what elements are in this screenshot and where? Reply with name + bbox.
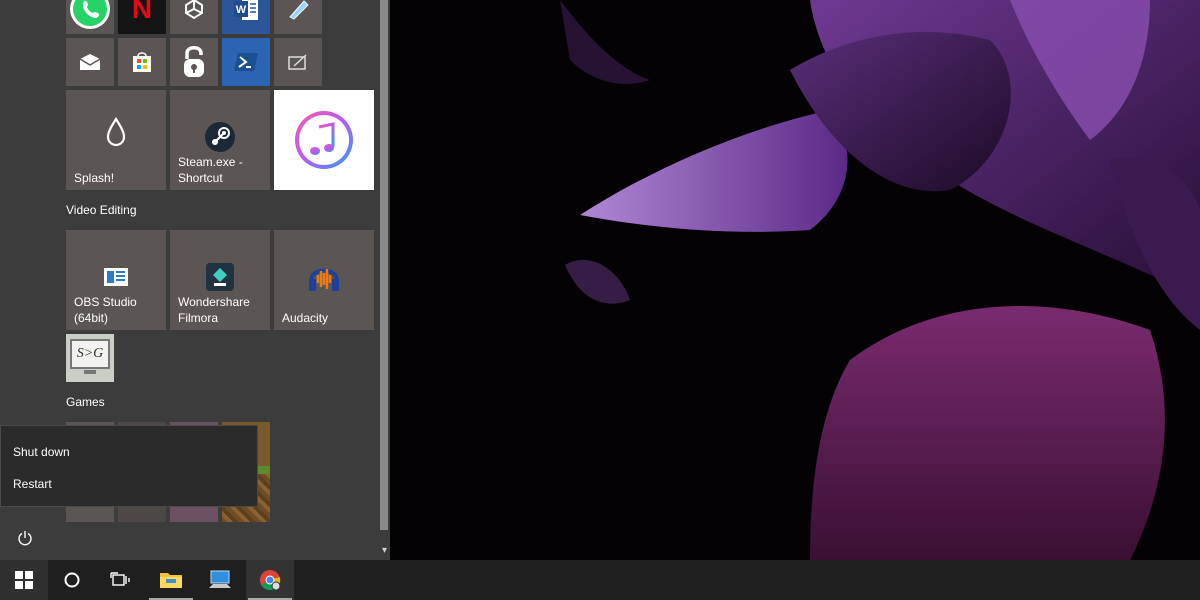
unity-tile[interactable] — [170, 0, 218, 34]
group-title-games[interactable]: Games — [66, 395, 105, 409]
ruler-icon — [274, 0, 322, 34]
taskbar — [0, 560, 1200, 600]
snipping-tile[interactable] — [274, 38, 322, 86]
audacity-tile[interactable]: Audacity — [274, 230, 374, 330]
audacity-icon — [274, 262, 374, 294]
group-title-video-editing[interactable]: Video Editing — [66, 203, 137, 217]
steam-label: Steam.exe - Shortcut — [178, 155, 243, 185]
lock-tile[interactable] — [170, 38, 218, 86]
itunes-icon — [274, 90, 374, 190]
task-view-button[interactable] — [96, 560, 144, 600]
mail-icon — [66, 38, 114, 86]
chrome-icon — [260, 570, 281, 591]
mail-tile[interactable] — [66, 38, 114, 86]
droplet-icon — [66, 117, 166, 147]
netflix-icon: N — [131, 0, 153, 24]
netflix-tile[interactable]: N — [118, 0, 166, 34]
ruler-tile[interactable] — [274, 0, 322, 34]
splash-tile[interactable]: Splash! — [66, 90, 166, 190]
task-view-icon — [110, 572, 130, 586]
desktop-wallpaper — [390, 0, 1200, 560]
power-options-menu: Shut down Restart — [0, 425, 258, 507]
store-tile[interactable] — [118, 38, 166, 86]
s-g-icon: S>G — [70, 339, 110, 369]
word-tile[interactable]: W — [222, 0, 270, 34]
start-scrollbar-thumb[interactable] — [380, 0, 388, 530]
chrome-button[interactable] — [246, 560, 294, 600]
s-g-stand — [84, 370, 96, 374]
snipping-icon — [274, 38, 322, 86]
whatsapp-tile[interactable] — [66, 0, 114, 34]
purple-flower-image — [390, 0, 1200, 560]
start-button[interactable] — [0, 560, 48, 600]
word-icon: W — [222, 0, 270, 34]
audacity-label: Audacity — [282, 311, 329, 325]
s-g-tile[interactable]: S>G — [66, 334, 114, 382]
scroll-down-arrow[interactable]: ▾ — [379, 544, 390, 558]
obs-studio-tile[interactable]: OBS Studio (64bit) — [66, 230, 166, 330]
cortana-button[interactable] — [48, 560, 96, 600]
this-pc-button[interactable] — [196, 560, 244, 600]
obs-studio-label: OBS Studio (64bit) — [74, 295, 137, 325]
cortana-icon — [64, 572, 80, 588]
this-pc-icon — [209, 570, 231, 588]
svg-text:W: W — [236, 4, 247, 16]
obs-icon — [66, 266, 166, 288]
file-explorer-icon — [160, 573, 182, 588]
itunes-tile[interactable] — [274, 90, 374, 190]
wondershare-filmora-label: Wondershare Filmora — [178, 295, 250, 325]
unity-icon — [170, 0, 218, 34]
file-explorer-button[interactable] — [147, 560, 195, 600]
splash-label: Splash! — [74, 171, 115, 185]
store-icon — [118, 38, 166, 86]
start-menu: N W Splash! Steam.exe - Shortcut Video E… — [0, 0, 390, 560]
steam-icon — [170, 120, 270, 154]
shut-down-menu-item[interactable]: Shut down — [13, 445, 70, 459]
powershell-tile[interactable] — [222, 38, 270, 86]
whatsapp-icon — [66, 0, 114, 34]
filmora-icon — [170, 262, 270, 292]
power-icon — [18, 531, 32, 546]
restart-menu-item[interactable]: Restart — [13, 477, 52, 491]
lock-icon — [170, 38, 218, 86]
powershell-icon — [222, 38, 270, 86]
steam-tile[interactable]: Steam.exe - Shortcut — [170, 90, 270, 190]
power-button[interactable] — [10, 524, 40, 552]
windows-start-icon — [15, 571, 33, 589]
wondershare-filmora-tile[interactable]: Wondershare Filmora — [170, 230, 270, 330]
